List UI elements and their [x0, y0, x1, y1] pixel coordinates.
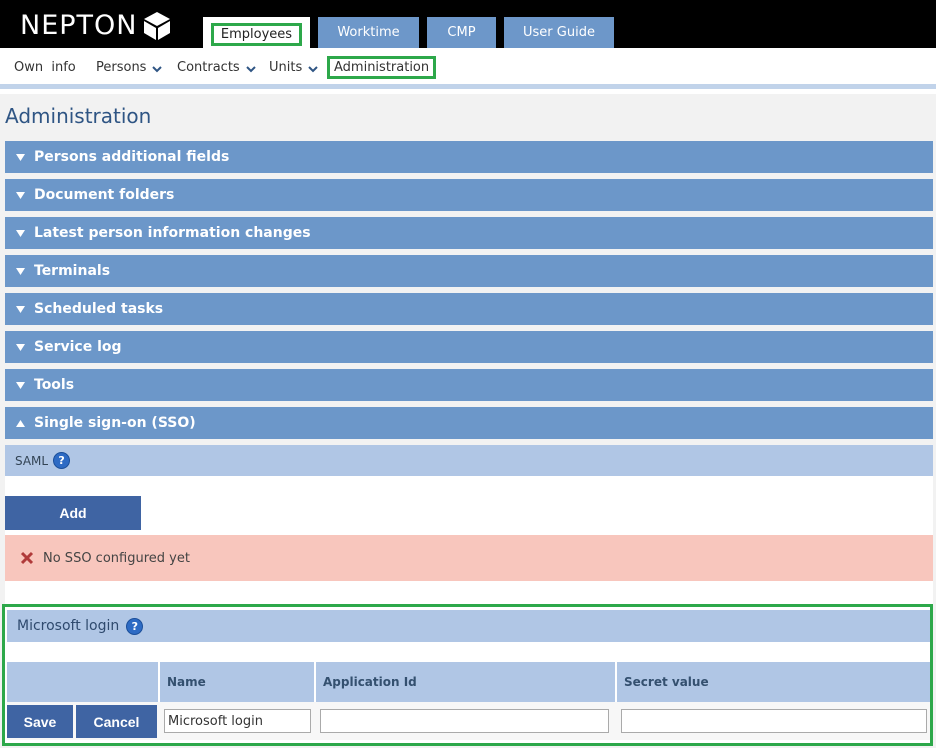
close-x-icon [20, 551, 34, 565]
tab-employees-label: Employees [210, 22, 303, 46]
section-label: Terminals [34, 263, 111, 279]
chevron-down-icon [152, 65, 163, 72]
error-text: No SSO configured yet [43, 550, 190, 566]
nav-contracts[interactable]: Contracts [177, 60, 256, 75]
tab-worktime-label: Worktime [337, 25, 400, 40]
nav-persons-label: Persons [96, 60, 147, 75]
saml-label: SAML [15, 453, 49, 468]
table-header-secret-value: Secret value [617, 662, 930, 702]
tab-user-guide-label: User Guide [523, 25, 595, 40]
microsoft-login-panel: Microsoft login ? Name Application Id Se… [2, 604, 933, 746]
triangle-down-icon [16, 153, 25, 161]
top-bar: NEPTON Employees Worktime CMP User Guide [0, 0, 936, 51]
triangle-down-icon [16, 229, 25, 237]
table-header-actions [7, 662, 158, 702]
nav-administration[interactable]: Administration [327, 56, 437, 79]
nav-administration-label: Administration [334, 60, 430, 75]
section-label: Document folders [34, 187, 175, 203]
tab-employees[interactable]: Employees [203, 17, 310, 51]
nav-own-info-label: Own info [14, 60, 76, 75]
column-application-id-label: Application Id [323, 675, 417, 689]
table-header-name: Name [160, 662, 314, 702]
section-terminals[interactable]: Terminals [5, 255, 933, 287]
saml-header: SAML ? [5, 445, 933, 476]
section-service-log[interactable]: Service log [5, 331, 933, 363]
application-id-input[interactable] [320, 709, 609, 733]
section-label: Tools [34, 377, 75, 393]
microsoft-login-title: Microsoft login [17, 618, 120, 634]
triangle-down-icon [16, 305, 25, 313]
triangle-down-icon [16, 343, 25, 351]
chevron-down-icon [245, 65, 256, 72]
help-icon[interactable]: ? [53, 452, 71, 469]
column-secret-value-label: Secret value [624, 675, 709, 689]
triangle-down-icon [16, 267, 25, 275]
section-label: Single sign-on (SSO) [34, 415, 196, 431]
microsoft-login-header: Microsoft login ? [7, 610, 930, 642]
chevron-down-icon [308, 65, 318, 72]
tab-cmp[interactable]: CMP [427, 17, 496, 48]
triangle-down-icon [16, 191, 25, 199]
column-name-label: Name [167, 675, 206, 689]
logo-text: NEPTON [20, 10, 138, 41]
page-title: Administration [5, 104, 152, 128]
logo-cube-icon [144, 12, 171, 40]
nav-own-info[interactable]: Own info [14, 60, 76, 75]
section-document-folders[interactable]: Document folders [5, 179, 933, 211]
nav-units[interactable]: Units [269, 60, 318, 75]
help-icon[interactable]: ? [126, 617, 144, 635]
table-header-application-id: Application Id [316, 662, 615, 702]
section-label: Scheduled tasks [34, 301, 164, 317]
tab-user-guide[interactable]: User Guide [504, 17, 614, 48]
cancel-button[interactable]: Cancel [76, 705, 157, 738]
name-input[interactable] [164, 709, 311, 733]
section-label: Service log [34, 339, 122, 355]
section-single-sign-on[interactable]: Single sign-on (SSO) [5, 407, 933, 439]
tab-worktime[interactable]: Worktime [318, 17, 419, 48]
logo[interactable]: NEPTON [20, 11, 171, 41]
add-button[interactable]: Add [5, 496, 141, 530]
secret-value-input[interactable] [621, 709, 927, 733]
tab-cmp-label: CMP [447, 25, 476, 40]
triangle-up-icon [16, 419, 25, 427]
section-tools[interactable]: Tools [5, 369, 933, 401]
nav-persons[interactable]: Persons [96, 60, 163, 75]
sub-navigation: Own info Persons Contracts Units Adminis… [0, 51, 936, 89]
section-label: Latest person information changes [34, 225, 311, 241]
section-scheduled-tasks[interactable]: Scheduled tasks [5, 293, 933, 325]
error-message: No SSO configured yet [5, 535, 933, 581]
section-label: Persons additional fields [34, 149, 230, 165]
nav-contracts-label: Contracts [177, 60, 240, 75]
save-button[interactable]: Save [7, 705, 73, 738]
nav-units-label: Units [269, 60, 303, 75]
triangle-down-icon [16, 381, 25, 389]
section-persons-additional-fields[interactable]: Persons additional fields [5, 141, 933, 173]
section-latest-person-information-changes[interactable]: Latest person information changes [5, 217, 933, 249]
